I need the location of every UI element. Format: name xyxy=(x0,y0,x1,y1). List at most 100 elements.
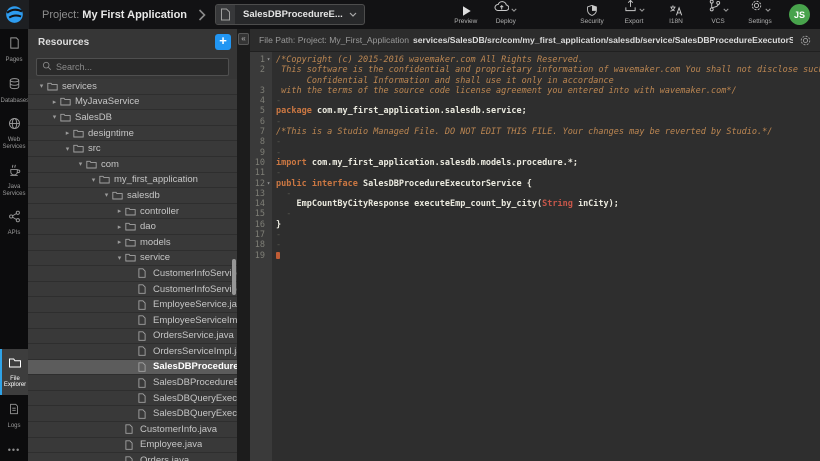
sidebar-item-databases[interactable]: Databases xyxy=(0,70,28,111)
tree-node-label: OrdersService.java xyxy=(153,330,234,341)
java-icon xyxy=(8,163,21,182)
deploy-button[interactable]: Deploy xyxy=(493,4,519,25)
export-icon xyxy=(624,0,637,17)
code-line: 17- xyxy=(250,230,820,240)
sidebar-item-web-services[interactable]: Web Services xyxy=(0,110,28,156)
fold-caret-icon[interactable]: ▾ xyxy=(265,55,272,65)
tree-file-row[interactable]: CustomerInfo.java xyxy=(28,422,237,438)
api-icon xyxy=(8,210,21,228)
folder-icon xyxy=(125,207,140,216)
tree-file-row[interactable]: OrdersServiceImpl.java xyxy=(28,344,237,360)
preview-button[interactable]: Preview xyxy=(453,4,479,25)
tree-folder-row[interactable]: ▾ SalesDB xyxy=(28,110,237,126)
fold-caret-icon[interactable]: ▾ xyxy=(265,179,272,189)
tree-file-row[interactable]: SalesDBQueryExecutorService.java xyxy=(28,391,237,407)
i18n-button[interactable]: I18N xyxy=(663,4,689,25)
code-line: 6- xyxy=(250,117,820,127)
code-editing-surface[interactable]: 1▾/*Copyright (c) 2015-2016 wavemaker.co… xyxy=(250,52,820,461)
top-bar: Project:My First Application SalesDBProc… xyxy=(0,0,820,29)
wavemaker-logo-icon[interactable] xyxy=(0,0,29,29)
code-line: Confidential Information and shall use i… xyxy=(250,76,820,86)
tree-node-label: SalesDBProcedureExecutorService.java xyxy=(153,361,237,372)
caret-down-icon[interactable]: ▾ xyxy=(75,160,86,168)
tree-folder-row[interactable]: ▾service xyxy=(28,251,237,267)
tree-folder-row[interactable]: ▸designtime xyxy=(28,126,237,142)
folder-icon xyxy=(86,160,101,169)
tree-folder-row[interactable]: ▾salesdb xyxy=(28,188,237,204)
code-line: 2 This software is the confidential and … xyxy=(250,65,820,75)
sidebar-more-button[interactable]: ••• xyxy=(0,435,28,461)
file-path: services/SalesDB/src/com/my_first_applic… xyxy=(413,35,793,45)
folder-icon xyxy=(47,82,62,91)
tree-folder-row[interactable]: ▸MyJavaService xyxy=(28,95,237,111)
user-avatar[interactable]: JS xyxy=(789,4,810,25)
line-number: 3 xyxy=(250,86,272,96)
resources-header: Resources + xyxy=(28,29,237,55)
chevron-down-icon xyxy=(723,0,729,17)
caret-down-icon[interactable]: ▾ xyxy=(36,82,47,90)
vcs-button[interactable]: VCS xyxy=(705,4,731,25)
settings-button[interactable]: Settings xyxy=(747,4,773,25)
tree-folder-row[interactable]: ▸models xyxy=(28,235,237,251)
caret-right-icon[interactable]: ▸ xyxy=(114,238,125,246)
line-number: 13 xyxy=(250,189,272,199)
globe-icon xyxy=(8,117,21,135)
cloud-upload-icon xyxy=(494,0,509,17)
collapse-panel-button[interactable]: « xyxy=(238,33,249,45)
chevron-down-icon[interactable] xyxy=(349,12,364,17)
tree-folder-row[interactable]: ▾src xyxy=(28,141,237,157)
caret-down-icon[interactable]: ▾ xyxy=(49,113,60,121)
tree-node-label: com xyxy=(101,159,119,170)
tree-file-row[interactable]: SalesDBQueryExecutorServiceImpl.java xyxy=(28,406,237,422)
sidebar-item-apis[interactable]: APIs xyxy=(0,203,28,243)
tree-folder-row[interactable]: ▸controller xyxy=(28,204,237,220)
tree-file-row[interactable]: SalesDBProcedureExecutorService.java xyxy=(28,360,237,376)
panel-collapse-strip: « xyxy=(237,29,250,461)
security-button[interactable]: Security xyxy=(579,4,605,25)
file-icon xyxy=(138,315,153,325)
resources-panel: Resources + ▾services▸MyJavaService ▾ Sale… xyxy=(28,29,237,461)
caret-down-icon[interactable]: ▾ xyxy=(62,145,73,153)
tree-file-row[interactable]: EmployeeService.java xyxy=(28,297,237,313)
tree-scrollbar-thumb[interactable] xyxy=(232,259,236,295)
shield-icon xyxy=(586,4,598,17)
tree-folder-row[interactable]: ▾services xyxy=(28,79,237,95)
line-number: 11 xyxy=(250,168,272,178)
sidebar-item-java-services[interactable]: Java Services xyxy=(0,156,28,203)
tree-file-row[interactable]: EmployeeServiceImpl.java xyxy=(28,313,237,329)
tree-folder-row[interactable]: ▾ com xyxy=(28,157,237,173)
sidebar-item-logs[interactable]: Logs xyxy=(0,395,28,436)
chevron-down-icon xyxy=(511,0,517,17)
caret-right-icon[interactable]: ▸ xyxy=(114,223,125,231)
export-button[interactable]: Export xyxy=(621,4,647,25)
resource-search[interactable] xyxy=(36,58,229,76)
search-input[interactable] xyxy=(56,62,223,72)
line-number: 8 xyxy=(250,137,272,147)
tree-node-label: CustomerInfoService.java xyxy=(153,268,237,279)
caret-down-icon[interactable]: ▾ xyxy=(88,176,99,184)
open-file-tab[interactable]: SalesDBProcedureE... xyxy=(215,4,365,25)
caret-right-icon[interactable]: ▸ xyxy=(62,129,73,137)
file-icon xyxy=(138,268,153,278)
code-line: 1▾/*Copyright (c) 2015-2016 wavemaker.co… xyxy=(250,55,820,65)
tree-node-label: SalesDB xyxy=(75,112,112,123)
play-icon xyxy=(460,4,472,17)
tree-file-row[interactable]: CustomerInfoService.java xyxy=(28,266,237,282)
sidebar-item-file-explorer[interactable]: File Explorer xyxy=(0,349,28,395)
tree-node-label: OrdersServiceImpl.java xyxy=(153,346,237,357)
caret-right-icon[interactable]: ▸ xyxy=(114,207,125,215)
editor-settings-gear-icon[interactable] xyxy=(799,34,812,47)
tree-folder-row[interactable]: ▾my_first_application xyxy=(28,173,237,189)
tree-file-row[interactable]: Orders.java xyxy=(28,453,237,461)
caret-down-icon[interactable]: ▾ xyxy=(114,254,125,262)
tree-file-row[interactable]: OrdersService.java xyxy=(28,329,237,345)
sidebar-item-pages[interactable]: Pages xyxy=(0,29,28,70)
tree-folder-row[interactable]: ▸dao xyxy=(28,219,237,235)
tree-file-row[interactable]: CustomerInfoServiceImpl.java xyxy=(28,282,237,298)
tree-file-row[interactable]: Employee.java xyxy=(28,438,237,454)
code-line: 13 - xyxy=(250,189,820,199)
caret-down-icon[interactable]: ▾ xyxy=(101,191,112,199)
add-resource-button[interactable]: + xyxy=(215,34,231,50)
caret-right-icon[interactable]: ▸ xyxy=(49,98,60,106)
tree-file-row[interactable]: SalesDBProcedureExecutorServiceImpl.java xyxy=(28,375,237,391)
